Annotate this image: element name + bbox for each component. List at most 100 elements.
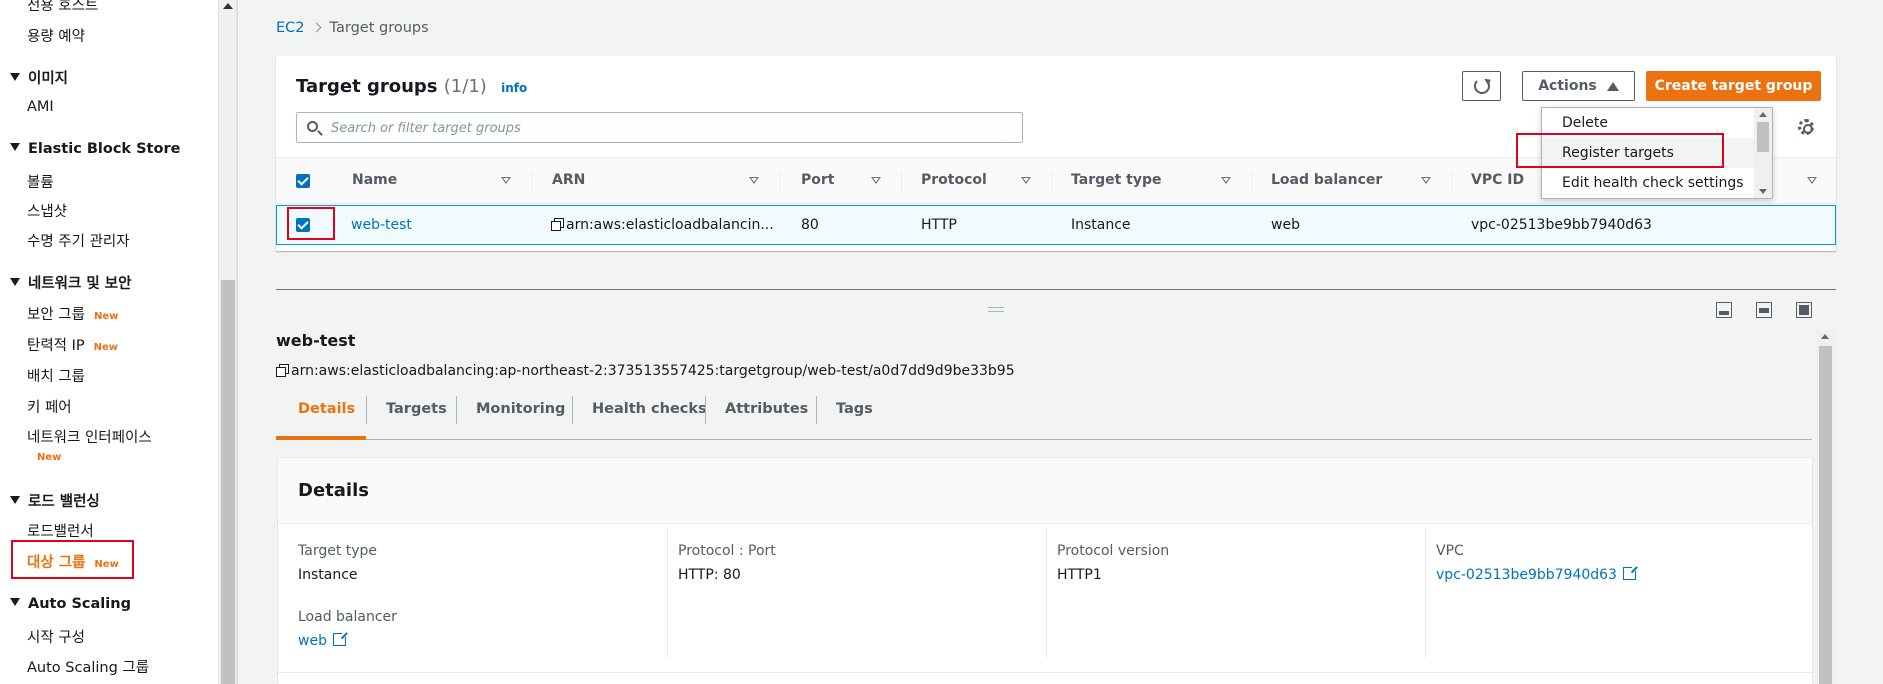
scroll-up-icon[interactable] [1759, 112, 1767, 117]
sort-icon[interactable] [1807, 177, 1817, 184]
protocol-version-value: HTTP1 [1057, 567, 1102, 583]
sidebar-item-placement-groups[interactable]: 배치 그룹 [27, 365, 85, 386]
create-target-group-button[interactable]: Create target group [1646, 71, 1821, 101]
sort-icon[interactable] [871, 177, 881, 184]
sidebar-item-dedicated-hosts[interactable]: 전용 호스트 [27, 0, 98, 15]
tab-attributes[interactable]: Attributes [725, 394, 808, 440]
sidebar-item-security-groups[interactable]: 보안 그룹 New [27, 303, 118, 324]
info-link[interactable]: info [501, 81, 527, 95]
arn-value: arn:aws:elasticloadbalancin... [566, 217, 774, 233]
column-divider[interactable] [901, 172, 902, 192]
column-divider [1046, 528, 1047, 658]
column-header-target-type[interactable]: Target type [1071, 172, 1162, 188]
external-link-icon [1622, 564, 1639, 580]
sidebar-item-volumes[interactable]: 볼륨 [27, 171, 54, 192]
actions-button[interactable]: Actions [1522, 71, 1635, 101]
column-header-name[interactable]: Name [352, 172, 397, 188]
sidebar-item-ami[interactable]: AMI [27, 99, 54, 115]
menu-scrollbar[interactable] [1754, 108, 1772, 198]
target-group-name-link[interactable]: web-test [351, 217, 412, 233]
external-link-icon [332, 630, 349, 646]
tab-details[interactable]: Details [298, 394, 355, 440]
sidebar-scrollbar[interactable] [218, 0, 237, 684]
column-header-vpc-id[interactable]: VPC ID [1471, 172, 1524, 188]
sidebar-item-elastic-ip[interactable]: 탄력적 IP New [27, 334, 118, 355]
icon-fill [1719, 311, 1729, 315]
column-divider[interactable] [1251, 172, 1252, 192]
sidebar-item-capacity-reservations[interactable]: 용량 예약 [27, 25, 85, 46]
breadcrumb-current: Target groups [329, 20, 429, 36]
gear-icon[interactable] [1798, 119, 1814, 135]
tab-tags[interactable]: Tags [836, 394, 873, 440]
sort-icon[interactable] [501, 177, 511, 184]
vpc-label: VPC [1436, 543, 1464, 559]
column-divider[interactable] [531, 172, 532, 192]
tab-divider [816, 396, 817, 424]
target-type-label: Target type [298, 543, 378, 559]
scrollbar-thumb[interactable] [1757, 122, 1769, 152]
highlight-box [287, 207, 335, 240]
scroll-up-icon[interactable] [223, 3, 233, 9]
caret-down-icon [10, 278, 20, 286]
resize-handle-icon[interactable] [988, 307, 1004, 312]
scroll-down-icon[interactable] [1759, 189, 1767, 194]
column-header-arn[interactable]: ARN [552, 172, 585, 188]
column-divider[interactable] [1051, 172, 1052, 192]
sidebar-item-snapshots[interactable]: 스냅샷 [27, 200, 67, 221]
sidebar-item-key-pairs[interactable]: 키 페어 [27, 396, 72, 417]
caret-down-icon [10, 598, 20, 606]
table-row[interactable]: web-test arn:aws:elasticloadbalancin... … [276, 205, 1836, 245]
sort-icon[interactable] [749, 177, 759, 184]
new-badge: New [37, 452, 62, 463]
sidebar-section-auto-scaling[interactable]: Auto Scaling [10, 596, 131, 612]
selection-count: (1/1) [443, 76, 487, 97]
sidebar-section-images[interactable]: 이미지 [10, 67, 68, 88]
sidebar-item-auto-scaling-groups[interactable]: Auto Scaling 그룹 [27, 656, 149, 677]
sidebar-section-load-balancing[interactable]: 로드 밸런싱 [10, 490, 100, 511]
search-box[interactable] [296, 112, 1023, 143]
menu-item-edit-health-check-settings[interactable]: Edit health check settings [1542, 168, 1754, 198]
column-divider[interactable] [1451, 172, 1452, 192]
scrollbar-thumb[interactable] [221, 280, 235, 684]
layout-full-panel-icon[interactable] [1796, 302, 1812, 318]
column-divider[interactable] [779, 172, 780, 192]
protocol-cell: HTTP [921, 217, 957, 233]
layout-split-panel-icon[interactable] [1756, 302, 1772, 318]
sidebar-section-ebs[interactable]: Elastic Block Store [10, 141, 180, 157]
tab-targets[interactable]: Targets [386, 394, 447, 440]
column-header-protocol[interactable]: Protocol [921, 172, 987, 188]
vpc-link[interactable]: vpc-02513be9bb7940d63 [1436, 564, 1639, 583]
column-header-port[interactable]: Port [801, 172, 834, 188]
copy-icon[interactable] [551, 218, 564, 231]
caret-down-icon [10, 496, 20, 504]
sort-icon[interactable] [1421, 177, 1431, 184]
sidebar-item-lifecycle-manager[interactable]: 수명 주기 관리자 [27, 230, 130, 251]
sort-icon[interactable] [1221, 177, 1231, 184]
sidebar-item-launch-configurations[interactable]: 시작 구성 [27, 626, 85, 647]
copy-icon[interactable] [276, 364, 289, 377]
select-all-checkbox[interactable] [296, 174, 310, 188]
breadcrumb-ec2-link[interactable]: EC2 [276, 20, 305, 36]
scrollbar-thumb[interactable] [1819, 346, 1832, 684]
load-balancer-link[interactable]: web [298, 630, 349, 649]
sidebar-item-label: 보안 그룹 [27, 307, 85, 323]
tab-health-checks[interactable]: Health checks [592, 394, 707, 440]
sidebar-item-network-interfaces[interactable]: 네트워크 인터페이스 [27, 426, 152, 447]
refresh-button[interactable] [1462, 71, 1501, 101]
caret-down-icon [10, 143, 20, 151]
layout-bottom-panel-icon[interactable] [1716, 302, 1732, 318]
column-header-load-balancer[interactable]: Load balancer [1271, 172, 1382, 188]
scroll-up-icon[interactable] [1821, 334, 1829, 339]
search-icon [307, 121, 318, 132]
load-balancer-value: web [298, 633, 327, 649]
port-cell: 80 [801, 217, 819, 233]
tab-divider [456, 396, 457, 424]
detail-arn-value: arn:aws:elasticloadbalancing:ap-northeas… [291, 363, 1015, 379]
sidebar-section-network-security[interactable]: 네트워크 및 보안 [10, 272, 131, 293]
search-input[interactable] [331, 117, 1011, 139]
detail-scrollbar[interactable] [1816, 330, 1835, 684]
sort-icon[interactable] [1021, 177, 1031, 184]
sidebar-item-load-balancers[interactable]: 로드밸런서 [27, 520, 94, 541]
sidebar-section-label: 네트워크 및 보안 [28, 276, 132, 292]
tab-monitoring[interactable]: Monitoring [476, 394, 565, 440]
